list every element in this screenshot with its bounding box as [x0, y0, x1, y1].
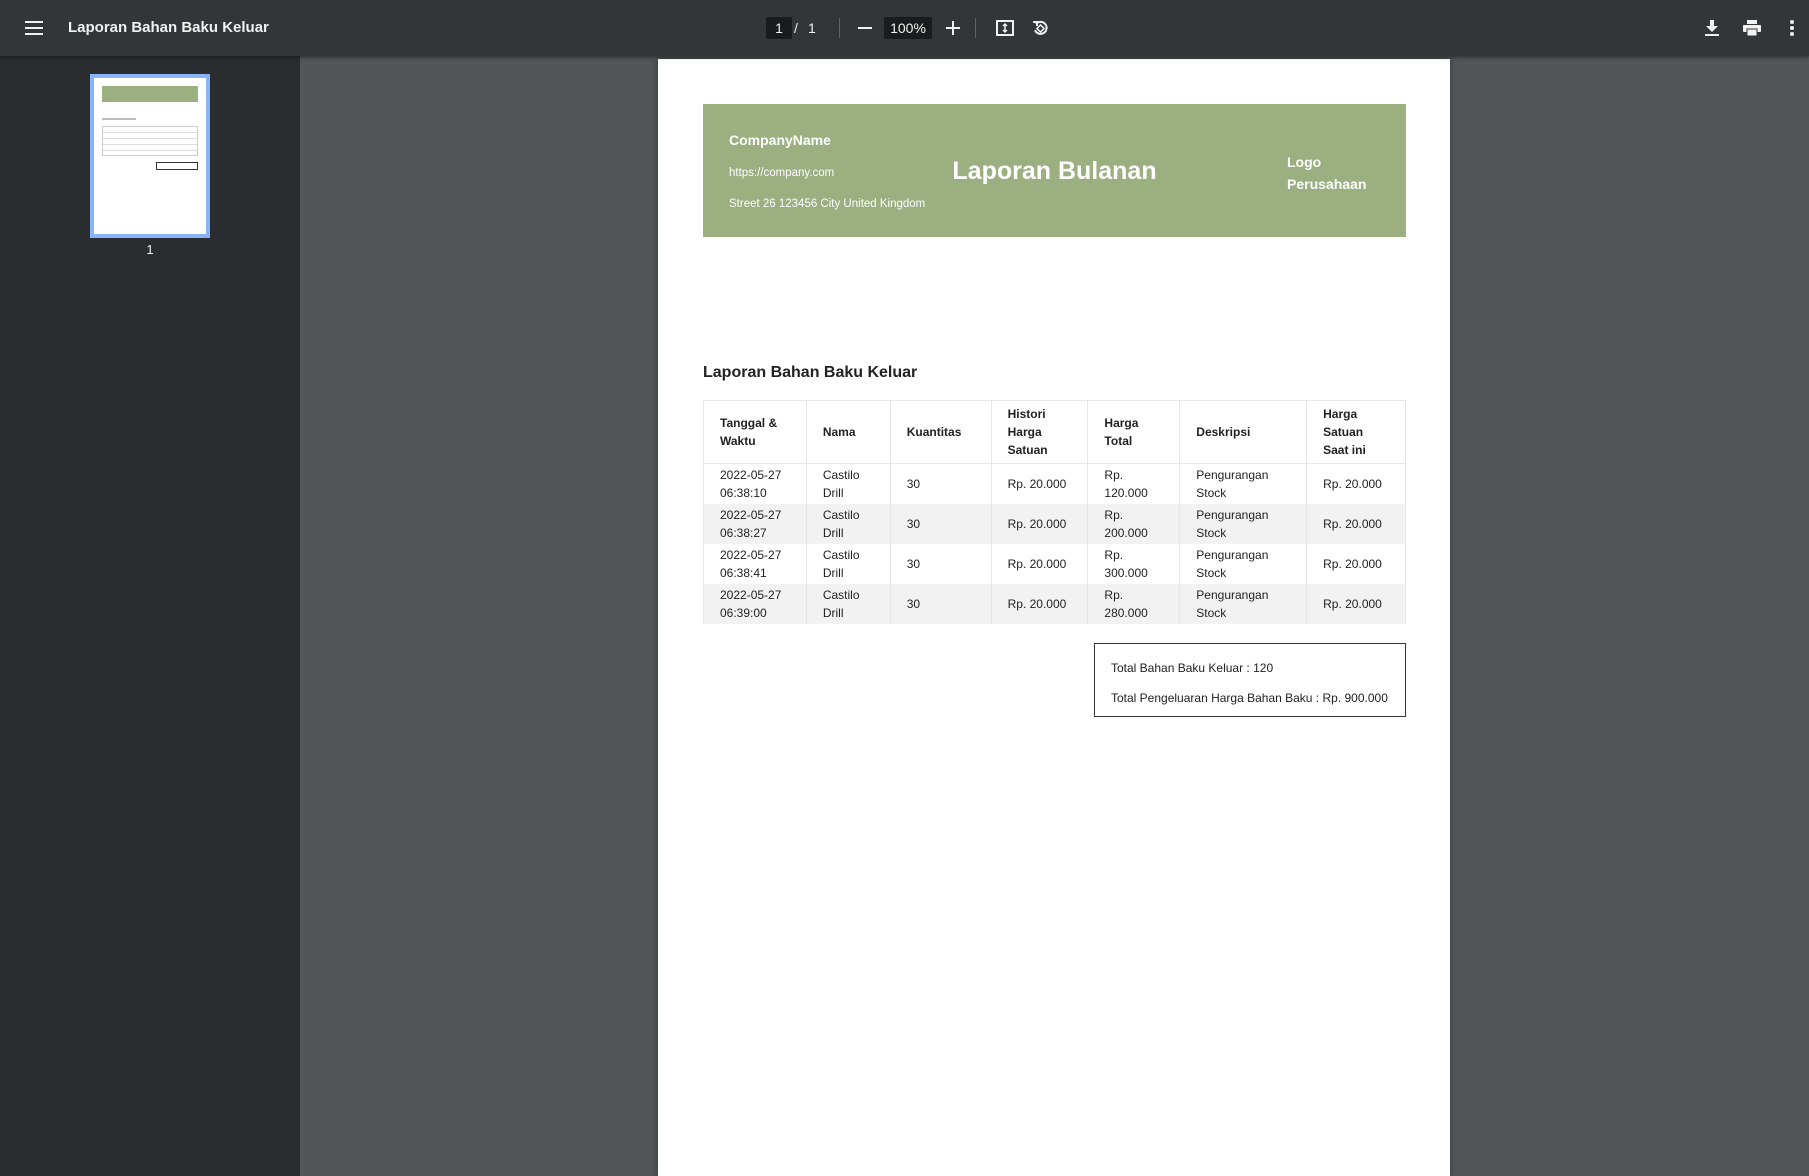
cell-name: Castilo Drill	[805, 584, 891, 624]
cell-quantity: 30	[889, 584, 992, 624]
fit-to-page-button[interactable]	[991, 12, 1019, 44]
download-button[interactable]	[1698, 12, 1726, 44]
toolbar-divider	[839, 18, 840, 38]
print-button[interactable]	[1738, 12, 1766, 44]
download-icon	[1705, 20, 1719, 36]
minus-icon	[858, 27, 872, 29]
column-header: Kuantitas	[889, 400, 992, 464]
hamburger-menu-icon	[25, 21, 43, 35]
pdf-page: CompanyName https://company.com Street 2…	[658, 59, 1450, 1176]
cell-quantity: 30	[889, 544, 992, 584]
cell-name: Castilo Drill	[805, 504, 891, 544]
table-row: 2022-05-27 06:39:00 Castilo Drill 30 Rp. 2…	[703, 584, 1406, 624]
summary-total-quantity: Total Bahan Baku Keluar : 120	[1111, 661, 1274, 675]
table-row: 2022-05-27 06:38:10 Castilo Drill 30 Rp. 2…	[703, 463, 1406, 504]
more-vertical-icon	[1790, 20, 1794, 36]
cell-total-price: Rp. 200.000	[1087, 504, 1181, 544]
cell-name: Castilo Drill	[805, 544, 891, 584]
column-header: Deskripsi	[1179, 400, 1308, 464]
company-address: Street 26 123456 City United Kingdom	[729, 198, 926, 210]
cell-history-price: Rp. 20.000	[990, 504, 1089, 544]
page-thumbnail[interactable]	[90, 74, 210, 238]
column-header: Harga Total	[1087, 400, 1181, 464]
document-title: Laporan Bahan Baku Keluar	[68, 19, 269, 36]
page-number-input[interactable]: 1	[766, 17, 792, 39]
rotate-icon	[1033, 20, 1048, 35]
cell-current-price: Rp. 20.000	[1306, 463, 1406, 504]
zoom-out-button[interactable]	[851, 14, 879, 42]
cell-description: Pengurangan Stock	[1179, 463, 1308, 504]
cell-total-price: Rp. 280.000	[1087, 584, 1181, 624]
fit-to-page-icon	[996, 20, 1014, 36]
logo-line: Logo	[1287, 154, 1322, 170]
thumbnail-line	[102, 118, 136, 120]
cell-current-price: Rp. 20.000	[1306, 544, 1406, 584]
company-logo-placeholder: Logo Perusahaan	[1287, 151, 1387, 195]
menu-button[interactable]	[18, 12, 50, 44]
zoom-in-button[interactable]	[939, 14, 967, 42]
cell-datetime: 2022-05-27 06:38:41	[703, 544, 807, 584]
cell-name: Castilo Drill	[805, 463, 891, 504]
more-actions-button[interactable]	[1778, 12, 1806, 44]
thumbnail-summary-box	[156, 162, 198, 170]
table-header-row: Tanggal & Waktu Nama Kuantitas Histori Har…	[703, 400, 1406, 464]
cell-datetime: 2022-05-27 06:39:00	[703, 584, 807, 624]
report-header: CompanyName https://company.com Street 2…	[703, 104, 1406, 237]
summary-box: Total Bahan Baku Keluar : 120 Total Peng…	[1094, 643, 1406, 717]
cell-datetime: 2022-05-27 06:38:10	[703, 463, 807, 504]
section-title: Laporan Bahan Baku Keluar	[703, 364, 918, 381]
company-name: CompanyName	[729, 132, 831, 148]
column-header: Histori Harga Satuan	[990, 400, 1089, 464]
cell-description: Pengurangan Stock	[1179, 584, 1308, 624]
print-icon	[1743, 20, 1761, 36]
cell-quantity: 30	[889, 463, 992, 504]
cell-current-price: Rp. 20.000	[1306, 584, 1406, 624]
thumbnail-page-label: 1	[146, 242, 154, 257]
thumbnail-header-band	[102, 86, 198, 102]
cell-current-price: Rp. 20.000	[1306, 504, 1406, 544]
plus-icon	[946, 21, 960, 35]
cell-description: Pengurangan Stock	[1179, 544, 1308, 584]
table-row: 2022-05-27 06:38:41 Castilo Drill 30 Rp. 2…	[703, 544, 1406, 584]
page-separator: /	[794, 20, 798, 36]
materials-out-table: Tanggal & Waktu Nama Kuantitas Histori Har…	[703, 400, 1406, 624]
cell-description: Pengurangan Stock	[1179, 504, 1308, 544]
cell-quantity: 30	[889, 504, 992, 544]
summary-total-cost: Total Pengeluaran Harga Bahan Baku : Rp.…	[1111, 691, 1388, 705]
rotate-button[interactable]	[1027, 12, 1055, 44]
logo-line: Perusahaan	[1287, 176, 1367, 192]
cell-total-price: Rp. 300.000	[1087, 544, 1181, 584]
cell-history-price: Rp. 20.000	[990, 544, 1089, 584]
toolbar-divider	[975, 18, 976, 38]
zoom-level-input[interactable]: 100%	[884, 17, 932, 39]
column-header: Tanggal & Waktu	[703, 400, 807, 464]
cell-history-price: Rp. 20.000	[990, 584, 1089, 624]
cell-datetime: 2022-05-27 06:38:27	[703, 504, 807, 544]
table-row: 2022-05-27 06:38:27 Castilo Drill 30 Rp. 2…	[703, 504, 1406, 544]
page-total: 1	[808, 20, 816, 36]
cell-history-price: Rp. 20.000	[990, 463, 1089, 504]
pdf-toolbar: Laporan Bahan Baku Keluar 1 / 1 100%	[0, 0, 1809, 56]
thumbnail-sidebar: 1	[0, 56, 300, 1176]
thumbnail-table	[102, 126, 198, 156]
column-header: Harga Satuan Saat ini	[1306, 400, 1406, 464]
column-header: Nama	[805, 400, 891, 464]
cell-total-price: Rp. 120.000	[1087, 463, 1181, 504]
